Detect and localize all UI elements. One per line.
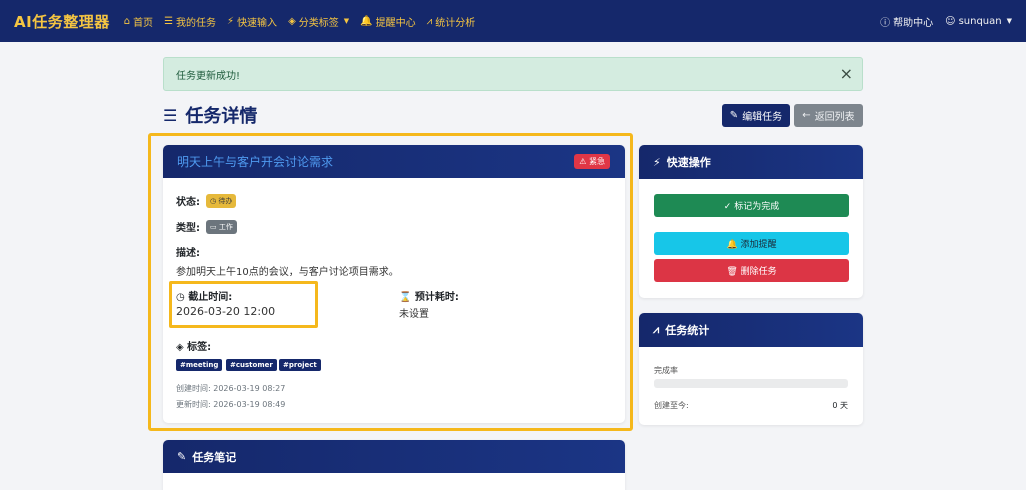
arrow-left-icon: ← (802, 110, 811, 121)
chart-icon: ⩘ (426, 15, 433, 27)
navbar: AI任务整理器 ⌂ 首页 ☰ 我的任务 ⚡ 快速输入 ◈ 分类标签 ▼ 🔔 提醒中心 ⩘ 统计… (0, 0, 1026, 42)
list-icon: ☰ (163, 105, 178, 125)
nav-help-label: 帮助中心 (893, 17, 934, 29)
home-icon: ⌂ (123, 15, 131, 27)
nav-statistics[interactable]: ⩘ 统计分析 (427, 14, 476, 29)
days-label: 创建至今: (654, 401, 689, 410)
back-to-list-label: 返回列表 (814, 112, 855, 123)
edit-task-label: 编辑任务 (742, 112, 783, 123)
mark-complete-button[interactable]: ✓ 标记为完成 (654, 194, 849, 217)
nav-reminders[interactable]: 🔔 提醒中心 (360, 14, 415, 29)
nav-quick-input[interactable]: ⚡ 快速输入 (227, 14, 277, 29)
nav-help[interactable]: ⓘ 帮助中心 (880, 14, 933, 29)
nav-quick-input-label: 快速输入 (237, 17, 278, 29)
user-icon: ☺ (945, 15, 956, 27)
chart-icon: ⩘ (653, 323, 660, 336)
task-stats-header: ⩘ 任务统计 (639, 313, 863, 347)
tag-icon: ◈ (288, 15, 296, 27)
nav-my-tasks[interactable]: ☰ 我的任务 (164, 14, 216, 29)
nav-categories[interactable]: ◈ 分类标签 ▼ (288, 14, 349, 29)
edit-task-button[interactable]: ✎ 编辑任务 (722, 104, 790, 127)
nav-statistics-label: 统计分析 (435, 17, 476, 29)
task-notes-card: ✎ 任务笔记 (163, 440, 625, 490)
deadline-highlight (169, 281, 318, 328)
add-reminder-button[interactable]: 🔔 添加提醒 (654, 232, 849, 255)
completion-progress (654, 379, 848, 388)
nav-home-label: 首页 (133, 17, 154, 29)
close-icon[interactable]: × (840, 65, 853, 83)
user-menu[interactable]: ☺ sunquan ▼ (945, 16, 1012, 27)
days-value: 0 天 (832, 401, 848, 410)
brand-logo[interactable]: AI任务整理器 (14, 11, 110, 32)
note-icon: ✎ (177, 450, 187, 463)
lightning-icon: ⚡ (653, 155, 661, 169)
quick-actions-title: 快速操作 (666, 156, 711, 169)
lightning-icon: ⚡ (227, 15, 235, 27)
back-to-list-button[interactable]: ← 返回列表 (794, 104, 863, 127)
chevron-down-icon: ▼ (1006, 17, 1012, 25)
help-icon: ⓘ (880, 17, 891, 29)
task-stats-title: 任务统计 (665, 324, 710, 337)
chevron-down-icon: ▼ (343, 17, 350, 25)
completion-label: 完成率 (654, 366, 678, 375)
quick-actions-header: ⚡ 快速操作 (639, 145, 863, 179)
navbar-right: ⓘ 帮助中心 ☺ sunquan ▼ (880, 0, 1012, 42)
delete-task-button[interactable]: 🗑 删除任务 (654, 259, 849, 282)
quick-actions-card: ⚡ 快速操作 ✓ 标记为完成 🔔 添加提醒 🗑 删除任务 (639, 145, 863, 298)
bell-icon: 🔔 (360, 15, 373, 27)
task-stats-card: ⩘ 任务统计 完成率 创建至今: 0 天 (639, 313, 863, 425)
nav-reminders-label: 提醒中心 (375, 17, 416, 29)
user-name: sunquan (958, 15, 1002, 27)
page-title: ☰ 任务详情 (163, 102, 257, 128)
pencil-icon: ✎ (729, 110, 739, 121)
task-notes-title: 任务笔记 (192, 450, 237, 464)
alert-text: 任务更新成功! (176, 70, 241, 82)
success-alert: 任务更新成功! × (163, 57, 863, 91)
nav-my-tasks-label: 我的任务 (176, 17, 217, 29)
page-title-text: 任务详情 (185, 106, 258, 127)
task-notes-header: ✎ 任务笔记 (163, 440, 625, 473)
nav-categories-label: 分类标签 (298, 17, 339, 29)
nav-home[interactable]: ⌂ 首页 (124, 14, 153, 29)
list-icon: ☰ (164, 15, 174, 27)
